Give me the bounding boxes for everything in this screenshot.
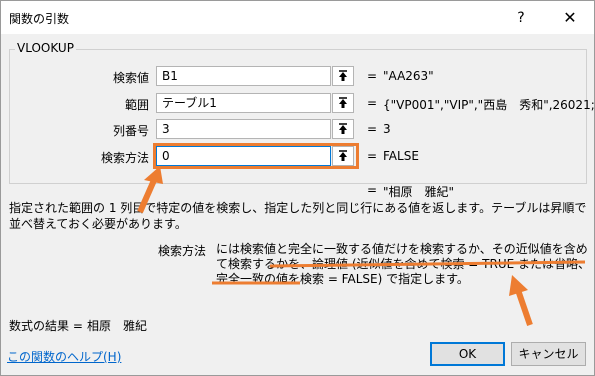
- arg-result-table-array: {"VP001","VIP","西島 秀和",26021;": [383, 98, 595, 112]
- arg-label-range-lookup: 検索方法: [100, 151, 149, 165]
- cancel-button[interactable]: キャンセル: [511, 342, 586, 366]
- title-bar: 関数の引数 ? ✕: [1, 1, 594, 34]
- arg-label-table-array: 範囲: [124, 98, 149, 112]
- overall-result-equals: =: [367, 183, 378, 197]
- table-array-input[interactable]: テーブル1: [156, 93, 331, 113]
- function-name: VLOOKUP: [15, 41, 76, 55]
- close-icon[interactable]: ✕: [553, 6, 587, 30]
- arg-label-lookup-value: 検索値: [112, 71, 149, 85]
- arg-equals: =: [367, 122, 378, 136]
- arg-result-range-lookup: FALSE: [383, 149, 419, 163]
- arg-result-lookup-value: "AA263": [383, 69, 434, 83]
- arg-help-name: 検索方法: [158, 244, 207, 258]
- range-select-icon[interactable]: [332, 93, 354, 113]
- arg-help-text: には検索値と完全に一致する値だけを検索するか、その近似値を含めて検索するかを、論…: [216, 242, 591, 286]
- dialog-title: 関数の引数: [9, 12, 70, 26]
- formula-result-value: 相原 雅紀: [87, 319, 148, 333]
- help-icon[interactable]: ?: [511, 8, 531, 28]
- function-help-link[interactable]: この関数のヘルプ(H): [7, 348, 121, 365]
- col-index-input[interactable]: 3: [156, 119, 331, 139]
- ok-button[interactable]: OK: [430, 342, 505, 366]
- function-description: 指定された範囲の 1 列目で特定の値を検索し、指定した列と同じ行にある値を返しま…: [9, 201, 587, 231]
- range-select-icon[interactable]: [332, 66, 354, 86]
- arg-equals: =: [367, 69, 378, 83]
- arg-equals: =: [367, 96, 378, 110]
- arg-result-col-index: 3: [383, 122, 391, 136]
- range-select-icon[interactable]: [332, 119, 354, 139]
- function-arguments-dialog: 関数の引数 ? ✕ VLOOKUP 検索値 B1 = "AA263" 範囲 テー…: [0, 0, 595, 376]
- lookup-value-input[interactable]: B1: [156, 66, 331, 86]
- overall-result-value: "相原 雅紀": [383, 185, 455, 199]
- formula-result-label: 数式の結果 =: [9, 319, 83, 333]
- highlight-box: [153, 143, 359, 169]
- arg-label-col-index: 列番号: [112, 124, 149, 138]
- arg-equals: =: [367, 149, 378, 163]
